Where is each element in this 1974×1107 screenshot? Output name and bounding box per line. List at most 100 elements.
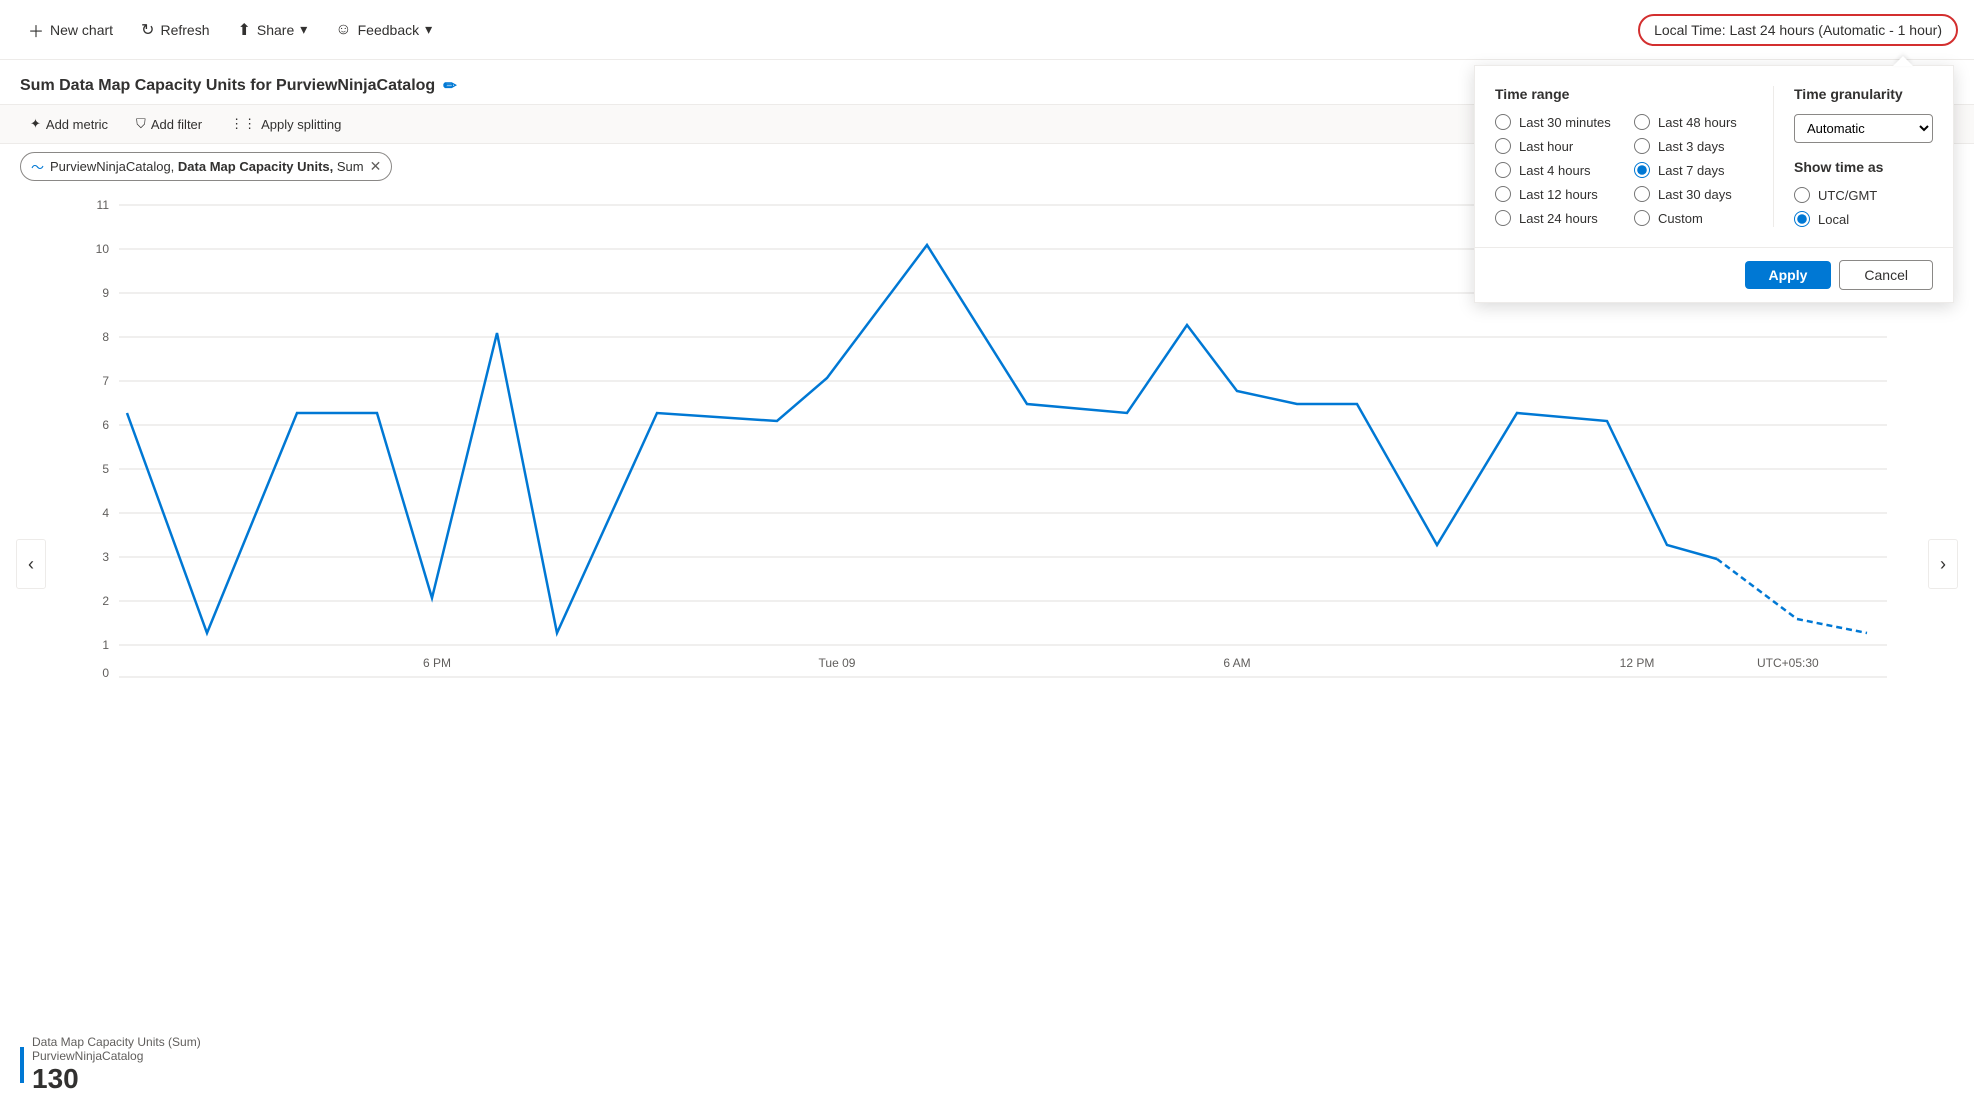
radio-last24hours[interactable] (1495, 210, 1511, 226)
radio-custom[interactable] (1634, 210, 1650, 226)
splitting-icon: ⋮⋮ (230, 116, 256, 132)
radio-item-custom: Custom (1634, 210, 1753, 226)
metric-tag: 〜 PurviewNinjaCatalog, Data Map Capacity… (20, 152, 392, 181)
label-last24hours: Last 24 hours (1519, 211, 1598, 226)
label-last30min: Last 30 minutes (1519, 115, 1611, 130)
radio-lasthour[interactable] (1495, 138, 1511, 154)
metric-tag-icon: 〜 (31, 157, 44, 176)
feedback-chevron-icon: ▾ (425, 21, 432, 38)
radio-item-last7days: Last 7 days (1634, 162, 1753, 178)
share-icon: ⬆ (237, 20, 250, 40)
radio-item-last12h: Last 12 hours (1495, 186, 1614, 202)
radio-item-last4h: Last 4 hours (1495, 162, 1614, 178)
legend-info: Data Map Capacity Units (Sum) PurviewNin… (32, 1035, 201, 1095)
svg-text:12 PM: 12 PM (1620, 656, 1655, 670)
share-label: Share (257, 22, 294, 38)
plus-icon: ＋ (28, 18, 44, 42)
apply-splitting-label: Apply splitting (261, 117, 341, 132)
feedback-button[interactable]: ☺ Feedback ▾ (323, 15, 444, 45)
panel-footer: Apply Cancel (1475, 247, 1953, 302)
refresh-label: Refresh (160, 22, 209, 38)
svg-text:5: 5 (102, 462, 109, 476)
granularity-title: Time granularity (1794, 86, 1933, 102)
add-filter-button[interactable]: ⛉ Add filter (126, 112, 212, 136)
add-metric-button[interactable]: ✦ Add metric (20, 112, 118, 136)
legend-title: Data Map Capacity Units (Sum) (32, 1035, 201, 1049)
label-last12hours: Last 12 hours (1519, 187, 1598, 202)
svg-text:6 AM: 6 AM (1223, 656, 1250, 670)
edit-icon[interactable]: ✏ (443, 76, 456, 96)
refresh-button[interactable]: ↻ Refresh (129, 14, 221, 46)
label-last3days: Last 3 days (1658, 139, 1725, 154)
chart-legend: Data Map Capacity Units (Sum) PurviewNin… (0, 1023, 1974, 1107)
time-range-title: Time range (1495, 86, 1753, 102)
chart-nav-right[interactable]: › (1928, 539, 1958, 589)
granularity-section: Time granularity Automatic 1 minute 5 mi… (1773, 86, 1933, 227)
radio-item-local: Local (1794, 211, 1933, 227)
feedback-icon: ☺ (335, 21, 351, 39)
time-range-section: Time range Last 30 minutes Last 48 hours… (1495, 86, 1753, 227)
radio-last30min[interactable] (1495, 114, 1511, 130)
radio-utcgmt[interactable] (1794, 187, 1810, 203)
legend-value: 130 (32, 1063, 201, 1095)
radio-item-utc: UTC/GMT (1794, 187, 1933, 203)
time-range-grid: Last 30 minutes Last 48 hours Last hour … (1495, 114, 1753, 226)
radio-item-last24h: Last 24 hours (1495, 210, 1614, 226)
svg-text:10: 10 (96, 242, 110, 256)
toolbar-left: ＋ New chart ↻ Refresh ⬆ Share ▾ ☺ Feedba… (16, 12, 444, 48)
share-button[interactable]: ⬆ Share ▾ (225, 14, 319, 46)
granularity-select[interactable]: Automatic 1 minute 5 minutes 15 minutes … (1794, 114, 1933, 143)
apply-button[interactable]: Apply (1745, 261, 1832, 289)
svg-text:6 PM: 6 PM (423, 656, 451, 670)
share-chevron-icon: ▾ (300, 21, 307, 38)
radio-item-lasthour: Last hour (1495, 138, 1614, 154)
svg-text:6: 6 (102, 418, 109, 432)
radio-item-last3days: Last 3 days (1634, 138, 1753, 154)
label-utcgmt: UTC/GMT (1818, 188, 1877, 203)
radio-last7days[interactable] (1634, 162, 1650, 178)
time-range-label: Local Time: Last 24 hours (Automatic - 1… (1654, 22, 1942, 38)
svg-text:0: 0 (102, 666, 109, 679)
panel-content: Time range Last 30 minutes Last 48 hours… (1475, 66, 1953, 247)
svg-text:9: 9 (102, 286, 109, 300)
metric-tag-text: PurviewNinjaCatalog, Data Map Capacity U… (50, 159, 364, 174)
svg-text:11: 11 (97, 198, 110, 212)
new-chart-button[interactable]: ＋ New chart (16, 12, 125, 48)
feedback-label: Feedback (358, 22, 419, 38)
label-last48hours: Last 48 hours (1658, 115, 1737, 130)
main-toolbar: ＋ New chart ↻ Refresh ⬆ Share ▾ ☺ Feedba… (0, 0, 1974, 60)
add-metric-label: Add metric (46, 117, 108, 132)
new-chart-label: New chart (50, 22, 113, 38)
chart-area: ‹ › 11 10 9 8 7 6 5 4 3 2 1 0 (0, 189, 1974, 1023)
label-custom: Custom (1658, 211, 1703, 226)
radio-local[interactable] (1794, 211, 1810, 227)
apply-splitting-button[interactable]: ⋮⋮ Apply splitting (220, 112, 351, 136)
legend-subtitle: PurviewNinjaCatalog (32, 1049, 201, 1063)
legend-color (20, 1047, 24, 1083)
radio-last48hours[interactable] (1634, 114, 1650, 130)
time-range-button[interactable]: Local Time: Last 24 hours (Automatic - 1… (1638, 14, 1958, 46)
add-filter-label: Add filter (151, 117, 202, 132)
svg-text:7: 7 (102, 374, 109, 388)
legend-item: Data Map Capacity Units (Sum) PurviewNin… (20, 1035, 1954, 1095)
chart-nav-left[interactable]: ‹ (16, 539, 46, 589)
radio-last3days[interactable] (1634, 138, 1650, 154)
radio-last30days[interactable] (1634, 186, 1650, 202)
radio-last4hours[interactable] (1495, 162, 1511, 178)
radio-item-last30days: Last 30 days (1634, 186, 1753, 202)
radio-item-last30min: Last 30 minutes (1495, 114, 1614, 130)
svg-text:1: 1 (102, 638, 109, 652)
cancel-button[interactable]: Cancel (1839, 260, 1933, 290)
svg-text:2: 2 (102, 594, 109, 608)
time-range-panel: Time range Last 30 minutes Last 48 hours… (1474, 65, 1954, 303)
label-last4hours: Last 4 hours (1519, 163, 1591, 178)
refresh-icon: ↻ (141, 20, 154, 40)
metric-tag-close[interactable]: ✕ (370, 158, 382, 175)
filter-icon: ⛉ (136, 116, 146, 132)
svg-text:Tue 09: Tue 09 (819, 656, 856, 670)
toolbar-right: Local Time: Last 24 hours (Automatic - 1… (1638, 14, 1958, 46)
radio-last12hours[interactable] (1495, 186, 1511, 202)
label-lasthour: Last hour (1519, 139, 1573, 154)
radio-item-last48h: Last 48 hours (1634, 114, 1753, 130)
panel-arrow (1893, 56, 1913, 66)
